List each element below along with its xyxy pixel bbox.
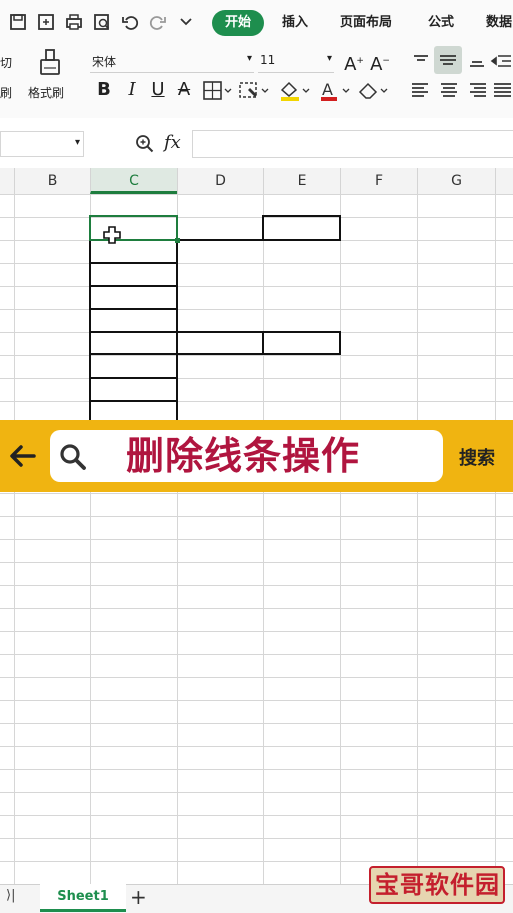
font-name-select[interactable]: 宋体 ▾ (90, 50, 254, 73)
tab-page-layout[interactable]: 页面布局 (340, 10, 392, 36)
align-bottom-icon[interactable] (464, 48, 490, 74)
align-right-icon[interactable] (464, 78, 490, 102)
column-header-c[interactable]: C (90, 168, 177, 194)
grid-line (340, 194, 341, 884)
align-top-icon[interactable] (408, 48, 434, 74)
dropdown-arrow-icon: ▾ (326, 53, 332, 64)
column-header-b[interactable]: B (14, 168, 90, 194)
print-preview-icon[interactable] (92, 12, 112, 32)
font-color-icon[interactable]: A (318, 80, 352, 102)
cell-style-icon[interactable] (238, 80, 270, 102)
cell-border (90, 377, 177, 379)
search-query-text: 删除线条操作 (126, 434, 361, 478)
search-icon (58, 442, 88, 472)
italic-icon[interactable]: I (120, 78, 144, 102)
strikethrough-icon[interactable]: A (172, 78, 196, 102)
cell-border (262, 331, 264, 355)
cell-border (263, 215, 341, 217)
zoom-function-icon[interactable] (134, 133, 156, 155)
sheet-tab-sheet1[interactable]: Sheet1 (40, 884, 126, 912)
grid-line (263, 194, 264, 884)
tab-formulas[interactable]: 公式 (428, 10, 454, 36)
fill-handle[interactable] (175, 238, 180, 243)
format-painter-icon[interactable] (38, 48, 62, 78)
cell-border (262, 215, 264, 240)
watermark-text: 宝哥软件园 (375, 871, 500, 899)
increase-font-icon[interactable]: A+ (342, 49, 366, 75)
align-center-icon[interactable] (436, 78, 462, 102)
brush-label[interactable]: 刷 (0, 84, 12, 101)
cell-grid[interactable] (0, 194, 513, 884)
print-icon[interactable] (64, 12, 84, 32)
column-header-f[interactable]: F (340, 168, 417, 194)
column-header-g[interactable]: G (417, 168, 495, 194)
cut-label[interactable]: 切 (0, 54, 12, 71)
indent-icon[interactable] (490, 48, 513, 74)
underline-icon[interactable]: U (146, 78, 170, 102)
search-button[interactable]: 搜索 (459, 444, 495, 470)
last-sheet-nav-icon[interactable]: ⟩| (6, 888, 15, 903)
watermark-logo: 宝哥软件园 (369, 866, 505, 904)
formula-input[interactable] (192, 130, 513, 158)
add-sheet-icon[interactable]: + (130, 884, 147, 910)
cell-border (339, 215, 341, 240)
undo-icon[interactable] (120, 12, 140, 32)
column-header-e[interactable]: E (263, 168, 340, 194)
fill-color-icon[interactable] (278, 80, 312, 102)
export-icon[interactable] (36, 12, 56, 32)
dropdown-arrow-icon: ▾ (74, 137, 80, 148)
cell-border (90, 308, 177, 310)
tab-insert[interactable]: 插入 (282, 10, 308, 36)
fx-icon[interactable]: fx (164, 132, 181, 153)
back-arrow-icon[interactable] (6, 441, 38, 471)
cell-border (90, 353, 341, 355)
format-painter-label[interactable]: 格式刷 (28, 84, 64, 101)
grid-line (14, 194, 15, 884)
svg-text:A: A (322, 80, 333, 99)
clear-format-icon[interactable] (356, 80, 390, 102)
border-icon[interactable] (202, 80, 232, 102)
column-header-d[interactable]: D (177, 168, 263, 194)
tab-start[interactable]: 开始 (212, 10, 264, 36)
redo-icon[interactable] (148, 12, 168, 32)
name-box[interactable]: ▾ (0, 131, 84, 157)
cell-border (90, 331, 341, 333)
font-size-value: 11 (260, 53, 276, 67)
cell-border (90, 285, 177, 287)
dropdown-arrow-icon: ▾ (246, 53, 252, 64)
column-header-h[interactable] (495, 168, 513, 194)
save-icon[interactable] (8, 12, 28, 32)
justify-icon[interactable] (490, 78, 513, 102)
font-name-value: 宋体 (92, 55, 117, 69)
tab-data[interactable]: 数据 (486, 10, 512, 36)
row-header-corner (0, 168, 14, 194)
cell-border (90, 400, 177, 402)
grid-line (417, 194, 418, 884)
align-left-icon[interactable] (408, 78, 434, 102)
cell-border (339, 331, 341, 355)
cell-border (90, 262, 177, 264)
cell-cursor-icon (103, 226, 121, 244)
font-size-select[interactable]: 11 ▾ (258, 50, 334, 73)
align-middle-icon[interactable] (434, 46, 462, 74)
bold-icon[interactable]: B (92, 78, 116, 102)
grid-line (495, 194, 496, 884)
chevron-down-icon[interactable] (176, 12, 196, 32)
decrease-font-icon[interactable]: A− (368, 49, 392, 75)
